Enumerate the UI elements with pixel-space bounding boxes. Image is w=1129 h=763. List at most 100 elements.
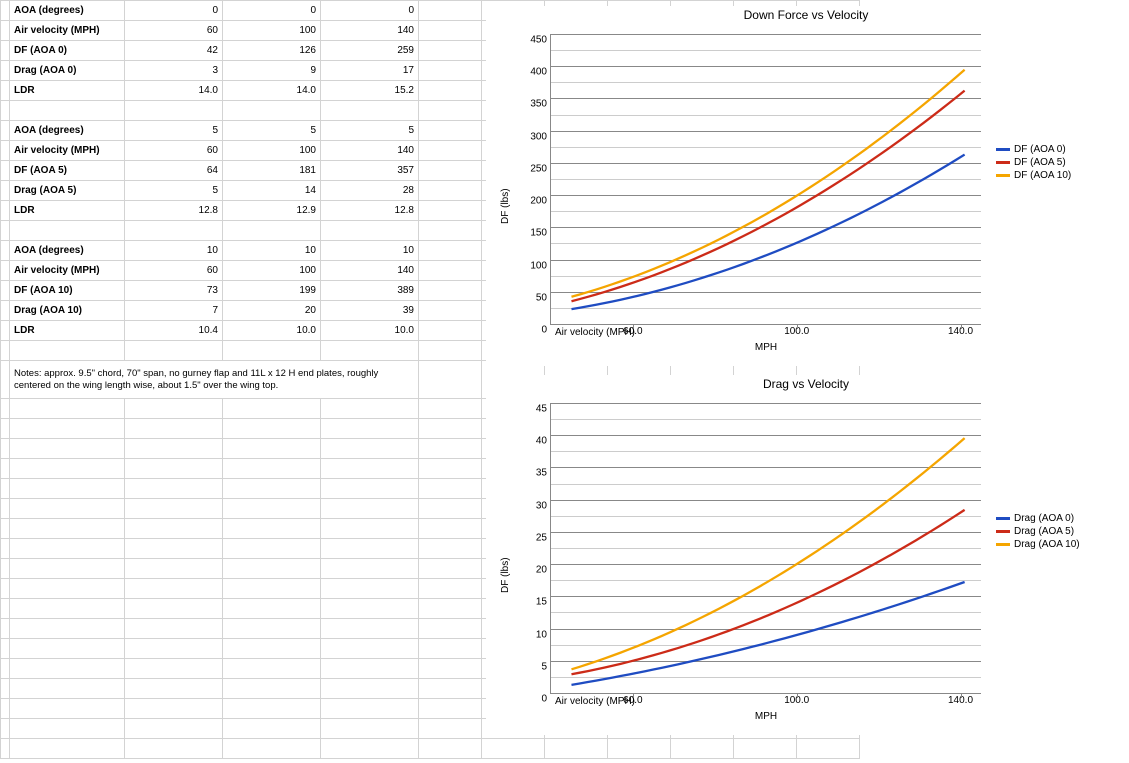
cell[interactable] [125,659,223,679]
cell[interactable] [321,739,419,759]
cell[interactable] [419,101,482,121]
cell[interactable] [419,21,482,41]
cell[interactable] [125,221,223,241]
cell[interactable] [1,201,10,221]
cell[interactable] [125,399,223,419]
cell[interactable] [125,739,223,759]
cell[interactable] [321,599,419,619]
cell[interactable] [1,361,10,399]
cell[interactable] [321,459,419,479]
cell[interactable] [321,101,419,121]
cell[interactable] [419,599,482,619]
cell[interactable] [321,679,419,699]
cell[interactable] [223,519,321,539]
cell[interactable] [10,399,125,419]
cell[interactable] [1,419,10,439]
data-cell[interactable]: 3 [125,61,223,81]
data-cell[interactable]: 5 [125,121,223,141]
data-cell[interactable]: 389 [321,281,419,301]
cell[interactable] [1,1,10,21]
cell[interactable] [419,499,482,519]
cell[interactable] [125,459,223,479]
row-label[interactable]: LDR [10,321,125,341]
cell[interactable] [321,559,419,579]
data-cell[interactable]: 357 [321,161,419,181]
row-label[interactable]: Drag (AOA 10) [10,301,125,321]
cell[interactable] [1,399,10,419]
cell[interactable] [125,639,223,659]
cell[interactable] [223,499,321,519]
cell[interactable] [419,539,482,559]
cell[interactable] [10,619,125,639]
cell[interactable] [419,619,482,639]
cell[interactable] [1,699,10,719]
cell[interactable] [419,519,482,539]
data-cell[interactable]: 10 [223,241,321,261]
cell[interactable] [321,419,419,439]
cell[interactable] [10,739,125,759]
cell[interactable] [419,439,482,459]
cell[interactable] [797,739,860,759]
cell[interactable] [223,599,321,619]
cell[interactable] [1,559,10,579]
cell[interactable] [125,719,223,739]
cell[interactable] [1,241,10,261]
data-cell[interactable]: 15.2 [321,81,419,101]
cell[interactable] [419,261,482,281]
cell[interactable] [419,639,482,659]
cell[interactable] [1,639,10,659]
cell[interactable] [419,181,482,201]
cell[interactable] [419,361,482,399]
cell[interactable] [223,679,321,699]
cell[interactable] [223,539,321,559]
notes-cell[interactable]: Notes: approx. 9.5" chord, 70" span, no … [10,361,419,399]
cell[interactable] [419,739,482,759]
cell[interactable] [321,619,419,639]
cell[interactable] [125,619,223,639]
cell[interactable] [1,181,10,201]
cell[interactable] [223,419,321,439]
cell[interactable] [223,739,321,759]
cell[interactable] [223,479,321,499]
cell[interactable] [125,499,223,519]
cell[interactable] [419,81,482,101]
row-label[interactable]: Air velocity (MPH) [10,261,125,281]
cell[interactable] [10,639,125,659]
cell[interactable] [10,519,125,539]
data-cell[interactable]: 126 [223,41,321,61]
cell[interactable] [419,281,482,301]
cell[interactable] [419,41,482,61]
cell[interactable] [10,559,125,579]
cell[interactable] [223,719,321,739]
row-label[interactable]: Air velocity (MPH) [10,141,125,161]
data-cell[interactable]: 73 [125,281,223,301]
cell[interactable] [10,719,125,739]
cell[interactable] [419,61,482,81]
data-cell[interactable]: 39 [321,301,419,321]
data-cell[interactable]: 199 [223,281,321,301]
cell[interactable] [482,739,545,759]
cell[interactable] [1,719,10,739]
data-cell[interactable]: 28 [321,181,419,201]
cell[interactable] [223,639,321,659]
cell[interactable] [419,1,482,21]
cell[interactable] [1,739,10,759]
cell[interactable] [10,419,125,439]
cell[interactable] [125,539,223,559]
cell[interactable] [419,201,482,221]
data-cell[interactable]: 5 [125,181,223,201]
cell[interactable] [223,699,321,719]
data-cell[interactable]: 100 [223,261,321,281]
cell[interactable] [223,399,321,419]
data-cell[interactable]: 14.0 [223,81,321,101]
cell[interactable] [419,559,482,579]
cell[interactable] [1,21,10,41]
data-cell[interactable]: 14.0 [125,81,223,101]
data-cell[interactable]: 10.4 [125,321,223,341]
cell[interactable] [10,539,125,559]
cell[interactable] [734,739,797,759]
cell[interactable] [419,161,482,181]
row-label[interactable]: DF (AOA 5) [10,161,125,181]
cell[interactable] [1,539,10,559]
data-cell[interactable]: 0 [321,1,419,21]
